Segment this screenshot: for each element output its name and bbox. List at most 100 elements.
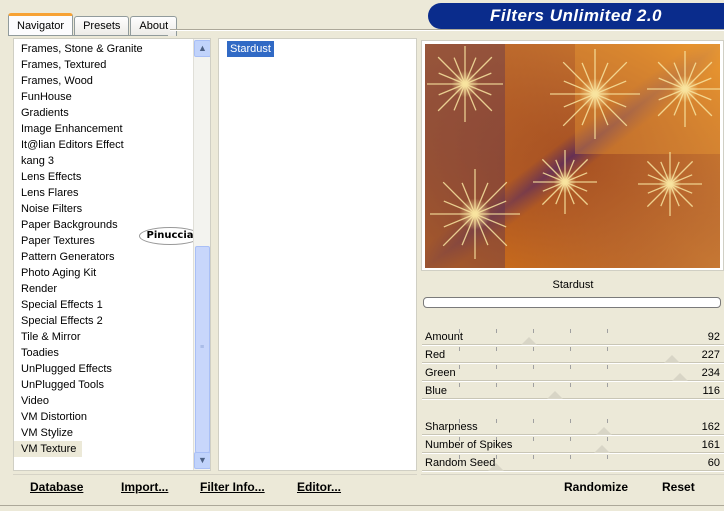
reset-button[interactable]: Reset	[662, 480, 695, 494]
import-button[interactable]: Import...	[121, 480, 168, 494]
slider-thumb[interactable]	[596, 427, 612, 435]
slider-thumb[interactable]	[547, 391, 563, 399]
category-item[interactable]: Render	[14, 281, 194, 297]
category-item[interactable]: Special Effects 1	[14, 297, 194, 313]
progress-bar	[423, 297, 721, 308]
filter-item-stardust[interactable]: Stardust	[227, 41, 274, 57]
slider-tick	[570, 455, 571, 459]
filter-list-panel: Stardust	[218, 38, 417, 471]
category-item[interactable]: Video	[14, 393, 194, 409]
grip-icon: ≡	[200, 344, 205, 351]
selected-filter-name: Stardust	[552, 279, 594, 291]
tab-strip: Navigator Presets About	[8, 12, 178, 36]
param-row-amount: Amount 92	[422, 329, 724, 346]
category-item[interactable]: Image Enhancement	[14, 121, 194, 137]
scroll-down-button[interactable]: ▼	[194, 452, 210, 469]
tab-about[interactable]: About	[130, 16, 178, 36]
category-item[interactable]: VM Texture	[14, 441, 82, 457]
preview-frame	[421, 40, 724, 271]
category-item[interactable]: kang 3	[14, 153, 194, 169]
param-value: 162	[701, 421, 720, 433]
slider-tick	[533, 347, 534, 351]
param-row-blue: Blue 116	[422, 383, 724, 400]
slider-tick	[533, 419, 534, 423]
category-item[interactable]: Frames, Wood	[14, 73, 194, 89]
category-list: Frames, Stone & Granite Frames, Textured F…	[14, 41, 194, 457]
category-item[interactable]: Frames, Textured	[14, 57, 194, 73]
tab-presets[interactable]: Presets	[74, 16, 130, 36]
slider-tick	[607, 455, 608, 459]
tab-strip-divider	[8, 35, 168, 36]
category-item[interactable]: Lens Flares	[14, 185, 194, 201]
slider-thumb[interactable]	[594, 445, 610, 453]
database-button[interactable]: Database	[30, 480, 83, 494]
param-value: 92	[707, 331, 720, 343]
category-item[interactable]: Special Effects 2	[14, 313, 194, 329]
slider-tick	[607, 437, 608, 441]
category-item[interactable]: Tile & Mirror	[14, 329, 194, 345]
category-scrollbar[interactable]: ▲ ≡ ▼	[193, 39, 210, 470]
window-bottom-edge	[0, 505, 724, 511]
chevron-down-icon: ▼	[198, 455, 207, 465]
chevron-up-icon: ▲	[198, 43, 207, 53]
param-label: Number of Spikes	[425, 439, 513, 451]
param-value: 227	[701, 349, 720, 361]
randomize-button[interactable]: Randomize	[564, 480, 628, 494]
category-item[interactable]: Pattern Generators	[14, 249, 194, 265]
slider-tick	[570, 419, 571, 423]
param-label: Amount	[425, 331, 463, 343]
slider-tick	[496, 365, 497, 369]
slider-tick	[496, 455, 497, 459]
slider-tick	[533, 365, 534, 369]
slider-tick	[533, 455, 534, 459]
slider-tick	[570, 347, 571, 351]
category-item[interactable]: VM Distortion	[14, 409, 194, 425]
param-value: 116	[702, 385, 720, 397]
watermark-logo: Pinuccia	[139, 227, 201, 245]
slider-track[interactable]	[422, 398, 724, 400]
param-label: Green	[425, 367, 456, 379]
param-value: 234	[701, 367, 720, 379]
category-item[interactable]: Photo Aging Kit	[14, 265, 194, 281]
slider-thumb[interactable]	[664, 355, 680, 363]
slider-tick	[570, 365, 571, 369]
category-item[interactable]: Lens Effects	[14, 169, 194, 185]
slider-tick	[570, 437, 571, 441]
category-item[interactable]: Noise Filters	[14, 201, 194, 217]
category-list-panel: Frames, Stone & Granite Frames, Textured F…	[13, 38, 211, 471]
param-label: Red	[425, 349, 446, 361]
category-item[interactable]: Frames, Stone & Granite	[14, 41, 194, 57]
category-item[interactable]: VM Stylize	[14, 425, 194, 441]
scroll-up-button[interactable]: ▲	[194, 40, 210, 57]
slider-tick	[570, 383, 571, 387]
scroll-thumb[interactable]: ≡	[195, 246, 210, 453]
slider-tick	[496, 419, 497, 423]
slider-tick	[459, 347, 460, 351]
slider-thumb[interactable]	[521, 337, 537, 345]
param-row-green: Green 234	[422, 365, 724, 382]
slider-thumb[interactable]	[672, 373, 688, 381]
category-item[interactable]: Toadies	[14, 345, 194, 361]
tab-navigator[interactable]: Navigator	[8, 13, 74, 36]
slider-tick	[496, 329, 497, 333]
filter-info-button[interactable]: Filter Info...	[200, 480, 265, 494]
bottom-toolbar-right: Randomize Reset	[421, 474, 724, 500]
slider-tick	[533, 383, 534, 387]
category-item[interactable]: It@lian Editors Effect	[14, 137, 194, 153]
slider-tick	[607, 347, 608, 351]
slider-tick	[607, 365, 608, 369]
param-row-number-of-spikes: Number of Spikes 161	[422, 437, 724, 454]
slider-track[interactable]	[422, 344, 724, 346]
slider-tick	[533, 437, 534, 441]
slider-tick	[496, 347, 497, 351]
preview-image	[425, 44, 720, 268]
param-value: 161	[701, 439, 720, 451]
slider-tick	[496, 383, 497, 387]
category-item[interactable]: UnPlugged Effects	[14, 361, 194, 377]
slider-tick	[607, 383, 608, 387]
slider-tick	[570, 329, 571, 333]
category-item[interactable]: Gradients	[14, 105, 194, 121]
category-item[interactable]: UnPlugged Tools	[14, 377, 194, 393]
editor-button[interactable]: Editor...	[297, 480, 341, 494]
category-item[interactable]: FunHouse	[14, 89, 194, 105]
